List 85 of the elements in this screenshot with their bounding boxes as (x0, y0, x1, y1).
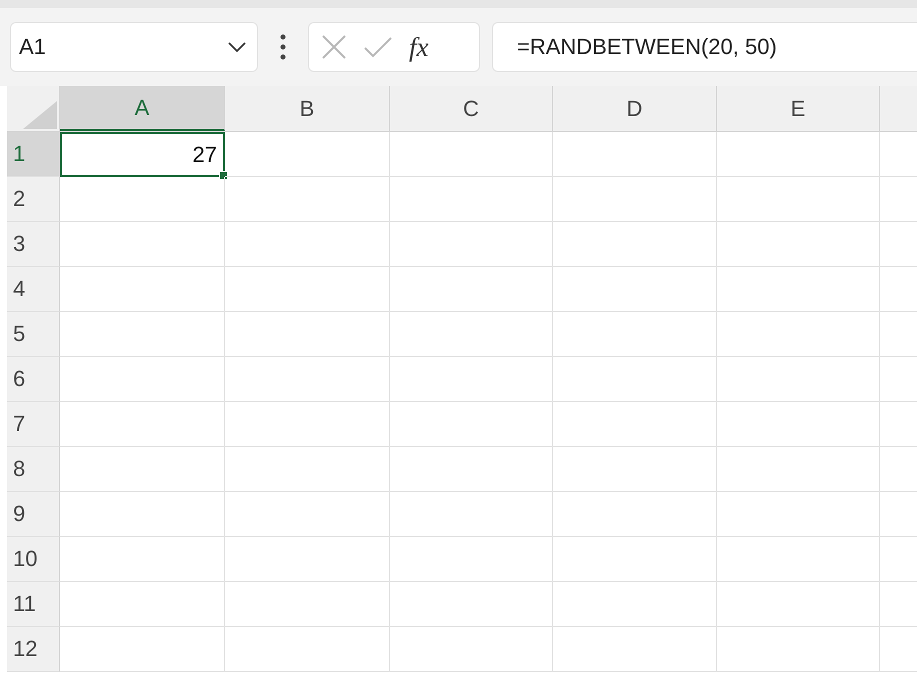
chevron-down-icon (227, 41, 247, 53)
table-cell[interactable] (717, 312, 880, 357)
row-header[interactable]: 2 (7, 177, 60, 222)
table-cell[interactable] (225, 492, 390, 537)
table-cell[interactable] (60, 582, 225, 627)
table-cell[interactable] (553, 537, 717, 582)
table-cell[interactable] (225, 402, 390, 447)
table-cell[interactable] (390, 222, 553, 267)
table-cell[interactable] (717, 177, 880, 222)
column-header[interactable]: D (553, 86, 717, 131)
table-cell[interactable] (390, 582, 553, 627)
formula-field[interactable]: =RANDBETWEEN(20, 50) (492, 22, 917, 72)
table-cell[interactable] (225, 582, 390, 627)
table-cell[interactable] (717, 537, 880, 582)
table-cell[interactable] (553, 582, 717, 627)
row-header[interactable]: 3 (7, 222, 60, 267)
table-cell[interactable] (225, 447, 390, 492)
name-box[interactable]: A1 (10, 22, 258, 72)
table-cell[interactable]: 27 (60, 132, 225, 177)
row-header[interactable]: 10 (7, 537, 60, 582)
insert-function-button[interactable]: fx (409, 32, 428, 62)
table-cell[interactable] (390, 177, 553, 222)
table-cell[interactable] (717, 582, 880, 627)
table-cell[interactable] (60, 492, 225, 537)
table-cell[interactable] (717, 357, 880, 402)
cancel-icon[interactable] (321, 34, 347, 60)
table-cell[interactable] (553, 402, 717, 447)
table-cell[interactable] (390, 312, 553, 357)
column-header[interactable]: A (60, 86, 225, 131)
table-cell[interactable] (390, 627, 553, 672)
checkmark-icon[interactable] (363, 35, 393, 59)
table-cell[interactable] (553, 447, 717, 492)
table-cell[interactable] (60, 627, 225, 672)
table-cell[interactable] (717, 447, 880, 492)
table-cell[interactable] (60, 537, 225, 582)
table-cell[interactable] (390, 537, 553, 582)
table-cell[interactable] (553, 357, 717, 402)
table-cell[interactable] (390, 132, 553, 177)
table-cell[interactable] (225, 312, 390, 357)
row-header[interactable]: 5 (7, 312, 60, 357)
table-cell[interactable] (553, 132, 717, 177)
table-cell[interactable] (553, 492, 717, 537)
table-cell[interactable] (553, 627, 717, 672)
row-header[interactable]: 1 (7, 132, 60, 177)
table-cell[interactable] (390, 447, 553, 492)
row-header[interactable]: 12 (7, 627, 60, 672)
fill-handle[interactable] (219, 171, 228, 180)
table-cell[interactable] (60, 267, 225, 312)
column-header[interactable]: E (717, 86, 880, 131)
table-cell[interactable] (390, 357, 553, 402)
table-cell[interactable] (60, 447, 225, 492)
table-cell[interactable] (225, 627, 390, 672)
table-cell[interactable] (390, 492, 553, 537)
table-cell[interactable] (225, 132, 390, 177)
table-cell[interactable] (60, 222, 225, 267)
table-cell[interactable] (717, 402, 880, 447)
table-cell[interactable] (553, 222, 717, 267)
table-cell[interactable] (717, 492, 880, 537)
table-cell[interactable] (553, 312, 717, 357)
table-cell[interactable] (60, 312, 225, 357)
table-cell[interactable] (553, 267, 717, 312)
column-header[interactable]: B (225, 86, 390, 131)
table-cell[interactable] (225, 267, 390, 312)
table-cell[interactable] (60, 177, 225, 222)
table-cell[interactable] (390, 402, 553, 447)
table-cell[interactable] (225, 537, 390, 582)
table-cell[interactable] (390, 267, 553, 312)
table-cell[interactable] (60, 402, 225, 447)
row-header[interactable]: 11 (7, 582, 60, 627)
table-cell[interactable] (717, 267, 880, 312)
row-header[interactable]: 6 (7, 357, 60, 402)
table-cell[interactable] (225, 177, 390, 222)
row-header[interactable]: 9 (7, 492, 60, 537)
table-cell[interactable] (717, 627, 880, 672)
table-cell[interactable] (717, 222, 880, 267)
table-cell[interactable] (225, 222, 390, 267)
table-cell[interactable] (225, 357, 390, 402)
table-cell[interactable] (717, 132, 880, 177)
row-header[interactable]: 8 (7, 447, 60, 492)
column-header[interactable]: C (390, 86, 553, 131)
table-cell[interactable] (553, 177, 717, 222)
more-icon[interactable] (280, 34, 286, 60)
row-header[interactable]: 7 (7, 402, 60, 447)
row-header[interactable]: 4 (7, 267, 60, 312)
table-cell[interactable] (60, 357, 225, 402)
